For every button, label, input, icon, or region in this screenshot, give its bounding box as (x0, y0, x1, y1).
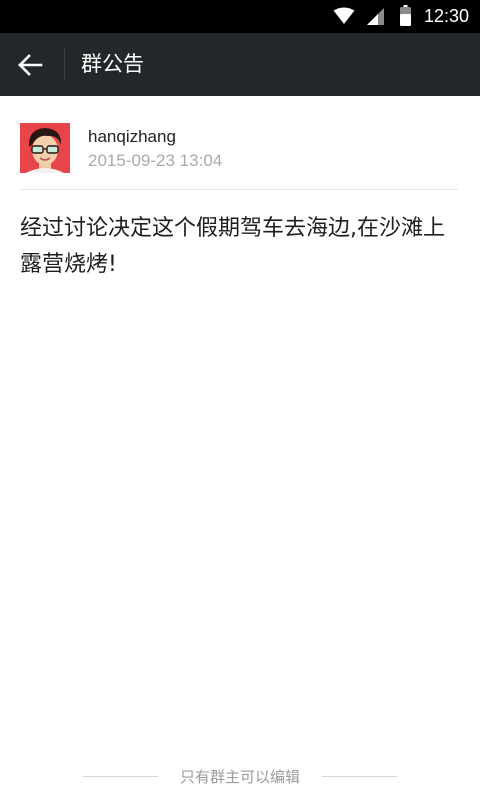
announcement-content: 经过讨论决定这个假期驾车去海边,在沙滩上露营烧烤! (20, 216, 445, 277)
avatar-illustration (20, 123, 70, 173)
footer-divider-right (322, 776, 397, 777)
toolbar: 群公告 (0, 33, 480, 96)
edit-permission-note: 只有群主可以编辑 (179, 768, 300, 786)
footer-divider-left (83, 776, 158, 777)
battery-icon (400, 5, 411, 26)
status-bar: 12:30 (0, 0, 480, 33)
header-separator (20, 189, 458, 190)
author-name: hanqizhang (88, 127, 176, 146)
toolbar-divider (64, 48, 65, 81)
status-time: 12:30 (424, 6, 470, 26)
page-title: 群公告 (81, 52, 144, 76)
avatar[interactable] (20, 123, 70, 173)
cell-signal-icon (367, 8, 384, 25)
footer: 只有群主可以编辑 (0, 765, 480, 789)
wifi-icon (333, 7, 355, 24)
post-timestamp: 2015-09-23 13:04 (88, 151, 223, 170)
back-arrow-icon[interactable] (16, 51, 44, 79)
